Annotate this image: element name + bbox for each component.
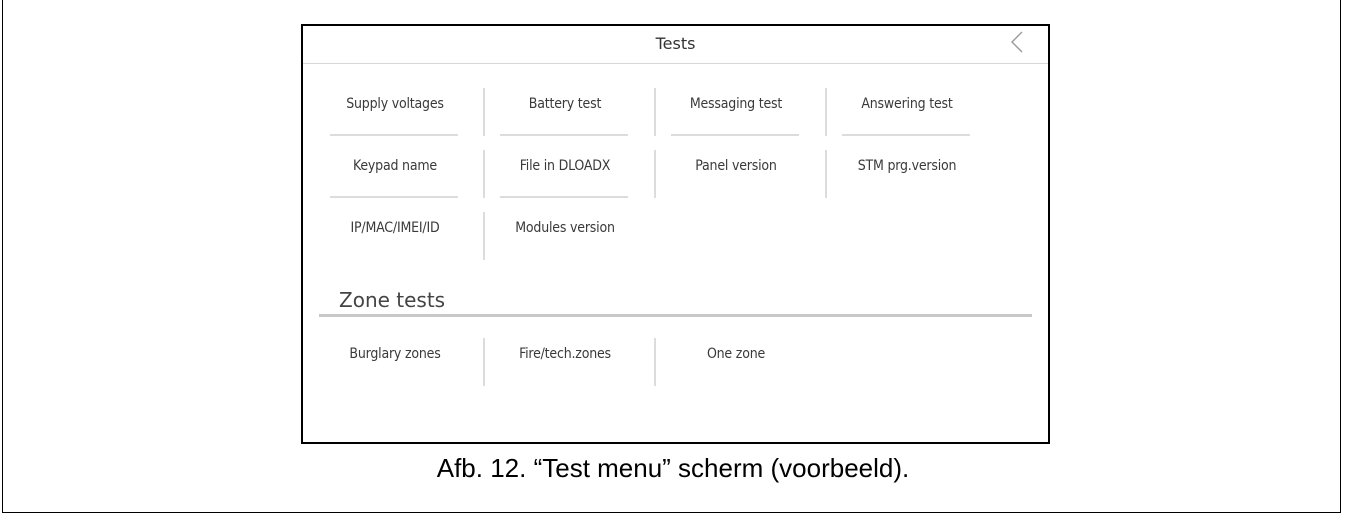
tile-label: Battery test bbox=[528, 96, 602, 112]
tile-label: Fire/tech.zones bbox=[519, 346, 611, 362]
tile-keypad-name[interactable]: Keypad name bbox=[320, 150, 470, 198]
tile-separator bbox=[825, 150, 827, 198]
tile-fire-tech-zones[interactable]: Fire/tech.zones bbox=[490, 338, 640, 386]
tile-panel-version[interactable]: Panel version bbox=[661, 150, 811, 198]
tile-answering-test[interactable]: Answering test bbox=[832, 88, 982, 136]
tile-underline bbox=[671, 134, 799, 136]
header-divider bbox=[303, 63, 1048, 64]
figure-caption: Afb. 12. “Test menu” scherm (voorbeeld). bbox=[436, 453, 910, 483]
tile-underline bbox=[330, 196, 458, 198]
tile-label: IP/MAC/IMEI/ID bbox=[350, 220, 440, 236]
tile-stm-prg-version[interactable]: STM prg.version bbox=[832, 150, 982, 198]
tile-modules-version[interactable]: Modules version bbox=[490, 212, 640, 260]
chevron-left-icon[interactable] bbox=[1009, 30, 1025, 54]
tile-separator bbox=[483, 212, 485, 260]
tile-label: Answering test bbox=[861, 96, 953, 112]
tile-label: STM prg.version bbox=[857, 158, 957, 174]
tile-label: Messaging test bbox=[689, 96, 783, 112]
tile-ip-mac-imei-id[interactable]: IP/MAC/IMEI/ID bbox=[320, 212, 470, 260]
tests-screen: Tests Supply voltages Battery test Messa… bbox=[301, 24, 1050, 444]
tile-label: Modules version bbox=[515, 220, 615, 236]
tile-label: File in DLOADX bbox=[519, 158, 611, 174]
tile-supply-voltages[interactable]: Supply voltages bbox=[320, 88, 470, 136]
tile-separator bbox=[654, 88, 656, 136]
tile-label: Keypad name bbox=[352, 158, 437, 174]
tile-underline bbox=[330, 134, 458, 136]
tile-label: Supply voltages bbox=[346, 96, 444, 112]
tile-battery-test[interactable]: Battery test bbox=[490, 88, 640, 136]
tile-separator bbox=[654, 150, 656, 198]
tile-separator bbox=[483, 88, 485, 136]
tile-separator bbox=[825, 88, 827, 136]
tile-separator bbox=[483, 338, 485, 386]
section-title-zone-tests: Zone tests bbox=[339, 288, 446, 312]
tile-one-zone[interactable]: One zone bbox=[661, 338, 811, 386]
tile-label: One zone bbox=[706, 346, 766, 362]
tile-underline bbox=[500, 134, 628, 136]
tile-separator bbox=[483, 150, 485, 198]
screen-title: Tests bbox=[655, 34, 696, 53]
section-divider bbox=[319, 314, 1032, 317]
tile-label: Panel version bbox=[695, 158, 777, 174]
tile-messaging-test[interactable]: Messaging test bbox=[661, 88, 811, 136]
tile-burglary-zones[interactable]: Burglary zones bbox=[320, 338, 470, 386]
tile-file-in-dloadx[interactable]: File in DLOADX bbox=[490, 150, 640, 198]
tile-underline bbox=[842, 134, 970, 136]
tile-label: Burglary zones bbox=[349, 346, 441, 362]
tile-separator bbox=[654, 338, 656, 386]
tile-underline bbox=[500, 196, 628, 198]
